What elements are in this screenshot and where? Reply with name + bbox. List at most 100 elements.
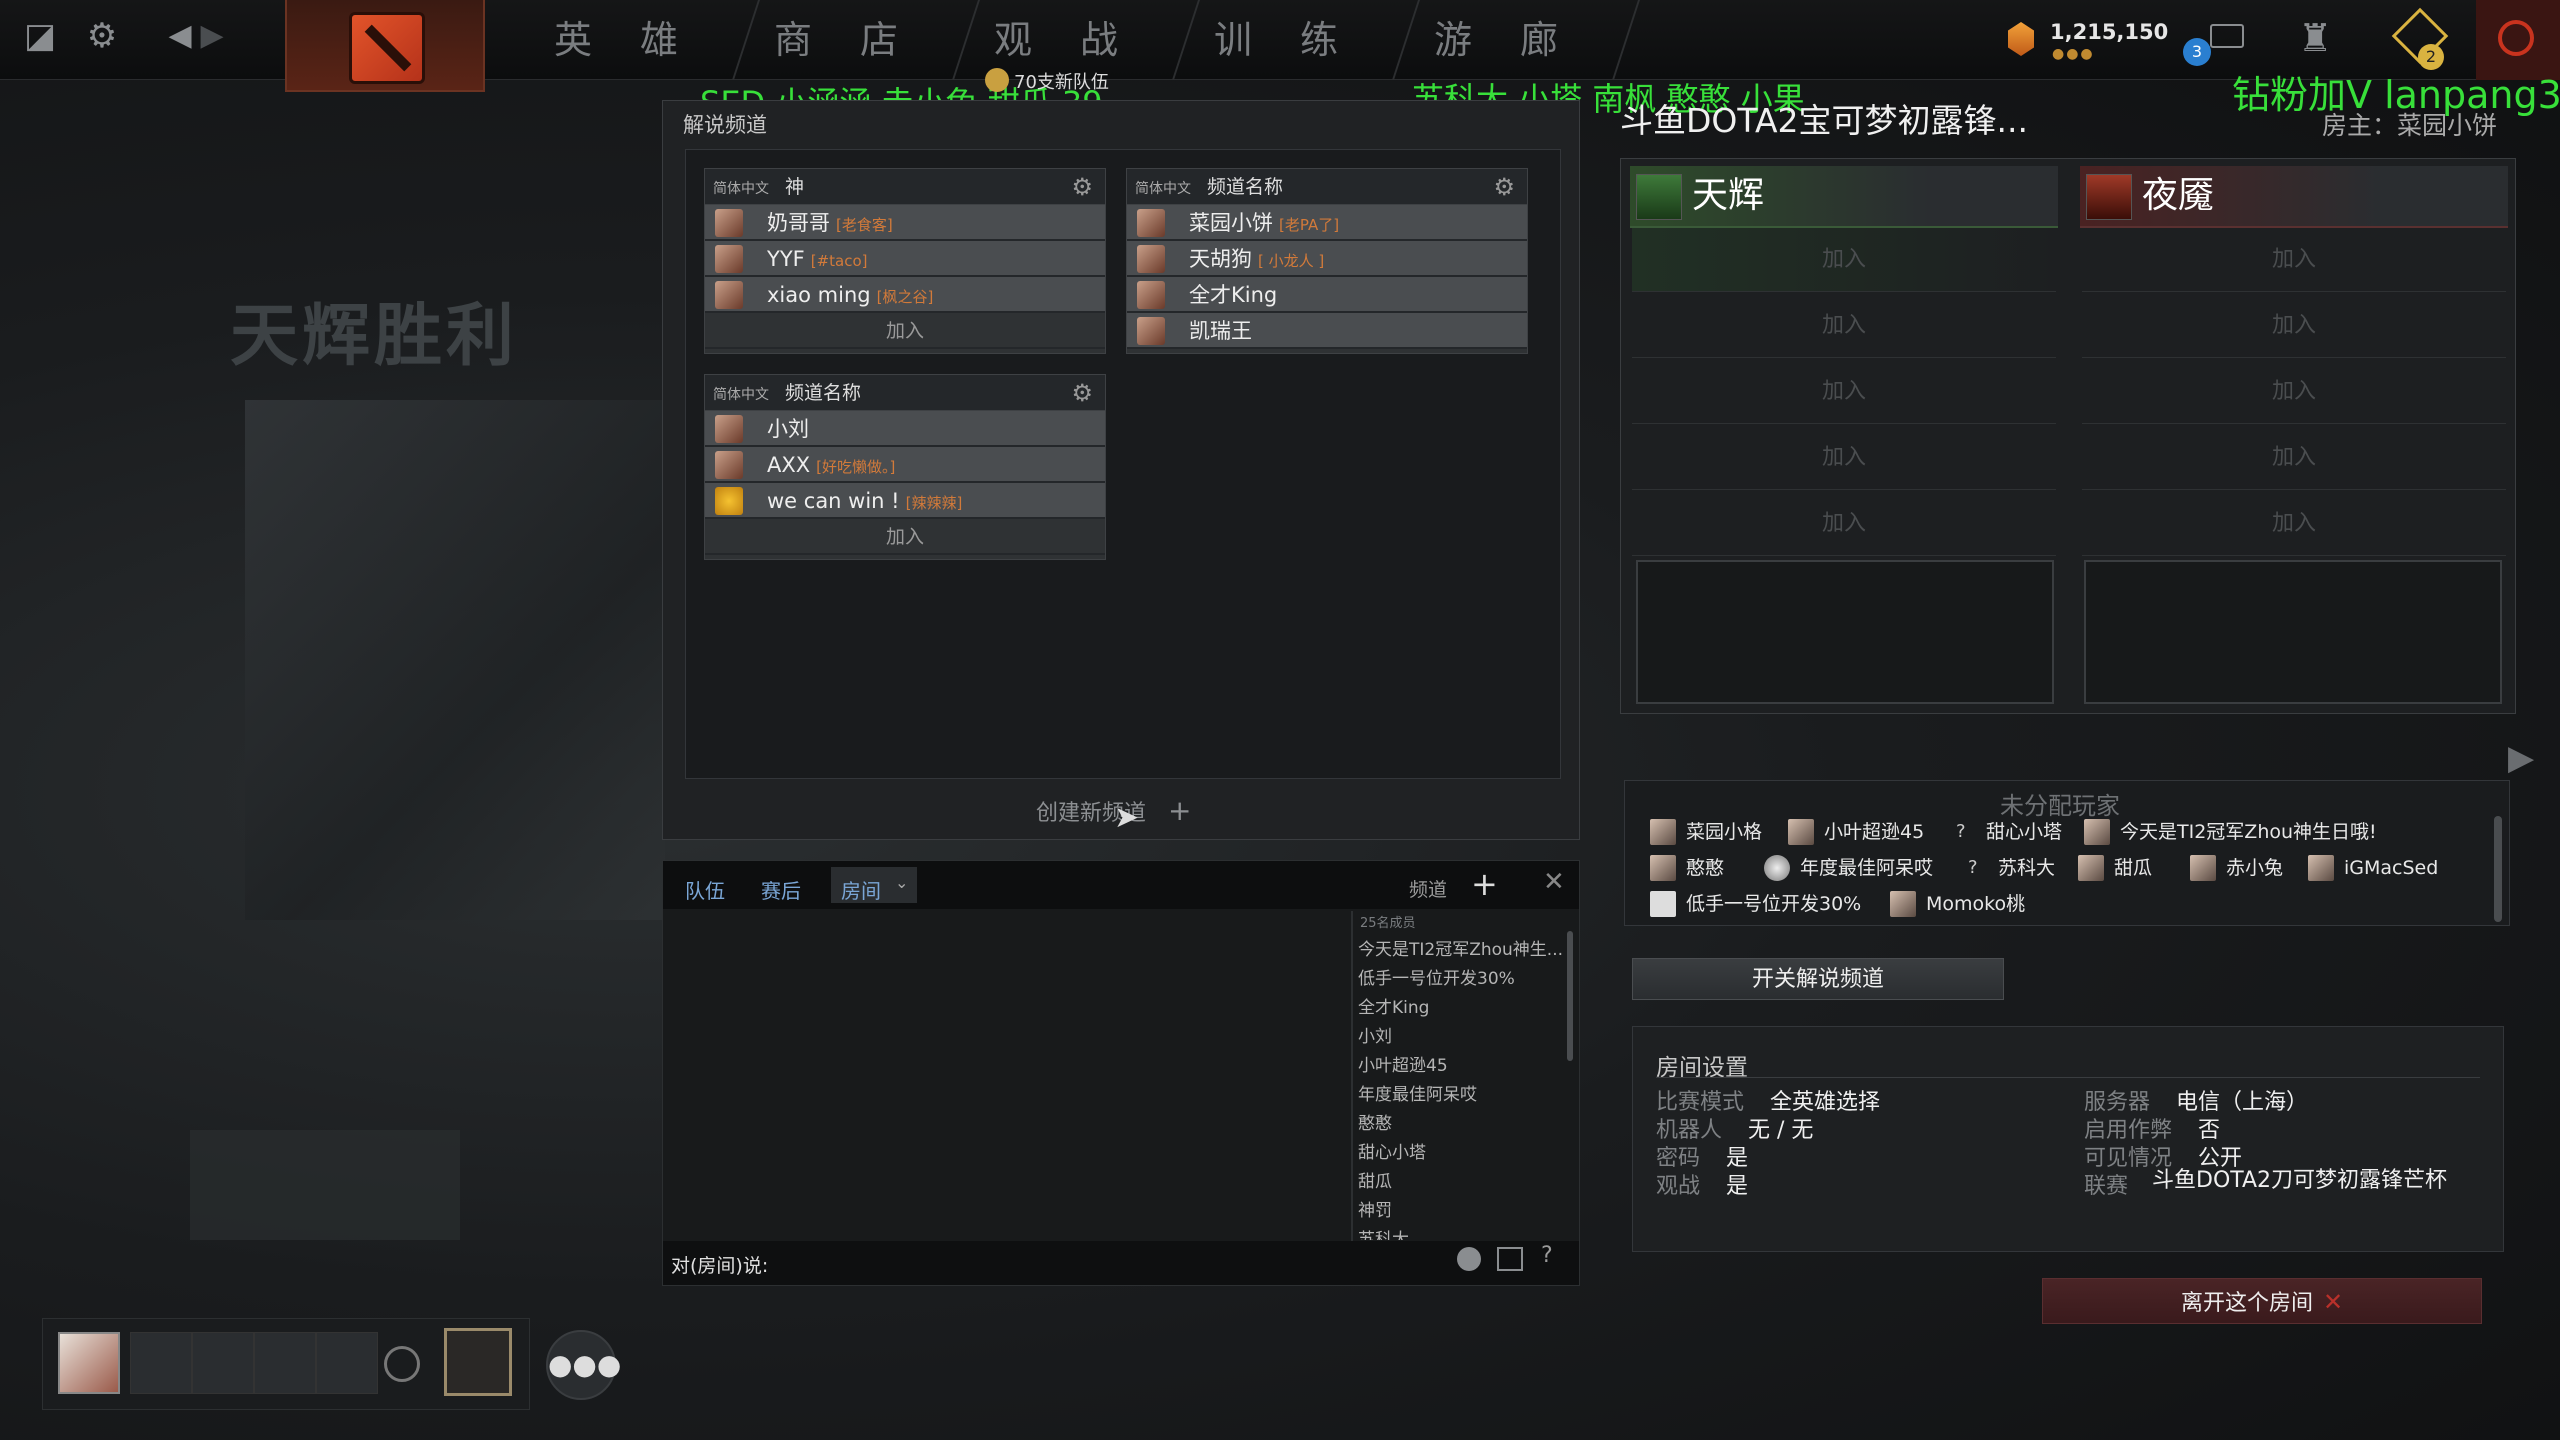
- tab-watch[interactable]: 观 战: [960, 10, 1170, 70]
- caster-slot[interactable]: we can win ! [辣辣辣]: [705, 483, 1105, 519]
- member-list-item[interactable]: 小叶超逊45: [1358, 1052, 1448, 1080]
- player-avatar[interactable]: [58, 1332, 120, 1394]
- avatar: [2308, 855, 2334, 881]
- top-bar: ◪ ⚙ ◀ ▶ 英 雄 商 店 观 战 训 练 游 廊 1,215,150 ●●…: [0, 0, 2560, 92]
- caster-slot[interactable]: 全才King: [1127, 277, 1527, 313]
- caster-slot[interactable]: xiao ming [枫之谷]: [705, 277, 1105, 313]
- radiant-slot[interactable]: 加入: [1632, 360, 2056, 424]
- unassigned-player[interactable]: 赤小兔: [2190, 852, 2283, 884]
- member-list-item[interactable]: 苏科大: [1358, 1226, 1409, 1240]
- tab-store[interactable]: 商 店: [740, 10, 950, 70]
- caster-name: YYF: [767, 247, 805, 271]
- caster-name: 小刘: [767, 417, 809, 441]
- caster-slot[interactable]: 小刘: [705, 411, 1105, 447]
- gear-icon[interactable]: ⚙: [1071, 375, 1093, 411]
- empty-party-slot[interactable]: [316, 1332, 378, 1394]
- radiant-slot[interactable]: 加入: [1632, 426, 2056, 490]
- tab-arcade[interactable]: 游 廊: [1400, 10, 1610, 70]
- close-icon[interactable]: ✕: [1543, 867, 1565, 897]
- dashboard-icon[interactable]: ◪: [20, 16, 60, 56]
- unassigned-player[interactable]: 小叶超逊45: [1788, 816, 1924, 848]
- empty-party-slot[interactable]: [130, 1332, 192, 1394]
- empty-party-slot[interactable]: [254, 1332, 316, 1394]
- gear-icon[interactable]: ⚙: [1071, 169, 1093, 205]
- dire-slot[interactable]: 加入: [2082, 360, 2506, 424]
- member-list-item[interactable]: 小刘: [1358, 1023, 1392, 1051]
- dire-coach-slot[interactable]: [2084, 560, 2502, 704]
- dire-slot[interactable]: 加入: [2082, 492, 2506, 556]
- add-channel-icon[interactable]: +: [1471, 865, 1498, 903]
- player-name: Momoko桃: [1926, 893, 2026, 915]
- join-channel-button[interactable]: 加入: [705, 519, 1105, 555]
- expand-arrow-icon[interactable]: ▶: [2508, 738, 2534, 778]
- member-list-item[interactable]: 低手一号位开发30%: [1358, 965, 1515, 993]
- member-list-item[interactable]: 神罚: [1358, 1197, 1392, 1225]
- dire-slot[interactable]: 加入: [2082, 426, 2506, 490]
- radiant-slot[interactable]: 加入: [1632, 294, 2056, 358]
- member-list-item[interactable]: 甜瓜: [1358, 1168, 1392, 1196]
- caster-slot[interactable]: AXX [好吃懒做。]: [705, 447, 1105, 483]
- help-icon[interactable]: ?: [1541, 1243, 1553, 1268]
- lobby-title: 斗鱼DOTA2宝可梦初露锋...: [1620, 101, 2029, 140]
- gear-icon[interactable]: ⚙: [82, 16, 122, 56]
- emoji-icon[interactable]: [1457, 1247, 1481, 1271]
- join-channel-button[interactable]: 加入: [705, 313, 1105, 349]
- setting-key: 观战: [1656, 1174, 1701, 1199]
- caster-slot[interactable]: 菜园小饼 [老PA了]: [1127, 205, 1527, 241]
- unassigned-player[interactable]: 低手一号位开发30%: [1650, 888, 1861, 920]
- dire-slot[interactable]: 加入: [2082, 228, 2506, 292]
- unassigned-scrollbar[interactable]: [2494, 816, 2502, 922]
- tab-heroes[interactable]: 英 雄: [520, 10, 730, 70]
- unassigned-player[interactable]: 甜瓜: [2078, 852, 2152, 884]
- translate-icon[interactable]: [1497, 1247, 1523, 1271]
- mail-icon[interactable]: [2210, 24, 2244, 48]
- unassigned-player[interactable]: iGMacSed: [2308, 852, 2438, 884]
- chat-tab-party[interactable]: 队伍: [685, 875, 725, 904]
- caster-tag: [辣辣辣]: [905, 494, 963, 512]
- unassigned-player[interactable]: 菜园小格: [1650, 816, 1762, 848]
- caster-name: 全才King: [1189, 283, 1278, 307]
- dota2-client: 天辉胜利 ◪ ⚙ ◀ ▶ 英 雄 商 店 观 战 训 练 游 廊 1,215,1…: [0, 0, 2560, 1440]
- radiant-coach-slot[interactable]: [1636, 560, 2054, 704]
- radiant-label: 天辉: [1692, 175, 1765, 216]
- member-list-item[interactable]: 今天是TI2冠军Zhou神生...: [1358, 936, 1563, 964]
- radiant-slot[interactable]: 加入: [1632, 228, 2056, 292]
- member-scrollbar[interactable]: [1567, 931, 1573, 1061]
- battle-pass-icon[interactable]: [444, 1328, 512, 1396]
- toggle-broadcast-button[interactable]: 开关解说频道: [1632, 958, 2004, 1000]
- caster-slot[interactable]: YYF [#taco]: [705, 241, 1105, 277]
- caster-slot[interactable]: 天胡狗 [ 小龙人 ]: [1127, 241, 1527, 277]
- channel-selector[interactable]: 频道: [1409, 875, 1447, 902]
- member-list-item[interactable]: 憨憨: [1358, 1110, 1392, 1138]
- voice-chat-icon[interactable]: [384, 1346, 420, 1382]
- leave-lobby-button[interactable]: 离开这个房间 ✕: [2042, 1278, 2482, 1324]
- dota-logo-home-button[interactable]: [285, 0, 485, 92]
- chat-tab-lobby[interactable]: 房间 ⌄: [831, 867, 917, 903]
- member-list-item[interactable]: 年度最佳阿呆哎: [1358, 1081, 1477, 1109]
- caster-slot[interactable]: 凯瑞王: [1127, 313, 1527, 349]
- chat-divider: [1351, 911, 1353, 1241]
- avatar: [1137, 209, 1165, 237]
- caster-name: 凯瑞王: [1189, 319, 1252, 343]
- member-list-item[interactable]: 甜心小塔: [1358, 1139, 1426, 1167]
- armory-icon[interactable]: ♜: [2298, 16, 2332, 60]
- unassigned-player[interactable]: 年度最佳阿呆哎: [1764, 852, 1933, 884]
- friends-icon[interactable]: ●●●: [546, 1330, 621, 1400]
- chat-input-label: 对(房间)说:: [671, 1255, 769, 1277]
- unassigned-player[interactable]: 憨憨: [1650, 852, 1724, 884]
- chat-input-bar[interactable]: [663, 1241, 1579, 1285]
- dire-slot[interactable]: 加入: [2082, 294, 2506, 358]
- chat-tab-postgame[interactable]: 赛后: [761, 875, 801, 904]
- member-list-item[interactable]: 全才King: [1358, 994, 1429, 1022]
- tab-learn[interactable]: 训 练: [1180, 10, 1390, 70]
- caster-slot[interactable]: 奶哥哥 [老食客]: [705, 205, 1105, 241]
- unassigned-player[interactable]: Momoko桃: [1890, 888, 2025, 920]
- avatar: [715, 281, 743, 309]
- radiant-slot[interactable]: 加入: [1632, 492, 2056, 556]
- empty-party-slot[interactable]: [192, 1332, 254, 1394]
- unassigned-player[interactable]: 今天是TI2冠军Zhou神生日哦!: [2084, 816, 2377, 848]
- gear-icon[interactable]: ⚙: [1493, 169, 1515, 205]
- unassigned-player[interactable]: ? 甜心小塔: [1950, 816, 2062, 848]
- forward-arrow-icon[interactable]: ▶: [192, 16, 232, 56]
- unassigned-player[interactable]: ? 苏科大: [1962, 852, 2055, 884]
